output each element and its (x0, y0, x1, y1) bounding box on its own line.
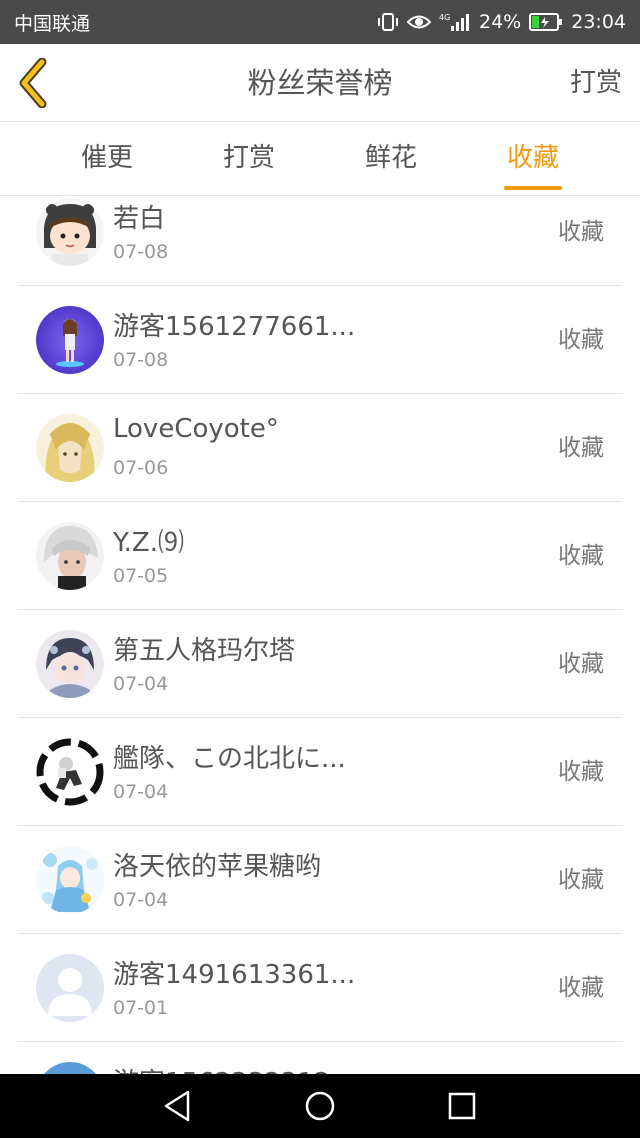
date-label: 07-06 (113, 457, 169, 479)
signal-icon: 4G (439, 12, 471, 32)
tab-flowers[interactable]: 鲜花 (336, 122, 446, 196)
date-label: 07-08 (113, 349, 169, 371)
tab-reward[interactable]: 打赏 (194, 122, 304, 196)
date-label: 07-04 (113, 781, 169, 803)
list-item[interactable]: LoveCoyote° 07-06 收藏 (0, 394, 640, 502)
action-label: 收藏 (558, 759, 604, 785)
avatar[interactable] (36, 738, 104, 806)
list-item[interactable]: 游客1561277661... 07-08 收藏 (0, 286, 640, 394)
avatar[interactable] (36, 846, 104, 914)
avatar[interactable] (36, 630, 104, 698)
battery-icon (529, 12, 563, 32)
eye-icon (407, 13, 431, 31)
user-name: 洛天依的苹果糖哟 (113, 852, 322, 882)
tab-underline (504, 186, 562, 190)
user-name: 游客1491613361... (113, 960, 356, 990)
reward-button[interactable]: 打赏 (570, 44, 622, 122)
page-title: 粉丝荣誉榜 (247, 66, 393, 100)
page-header: 粉丝荣誉榜 打赏 (0, 44, 640, 122)
recents-square-icon (448, 1092, 476, 1120)
nav-recents-button[interactable] (442, 1088, 482, 1124)
user-name: Y.Z.⑼ (113, 528, 184, 558)
list-item[interactable]: 游客1562332312... (0, 1042, 640, 1074)
tab-label: 鲜花 (364, 143, 417, 173)
tab-label: 收藏 (506, 143, 559, 173)
avatar[interactable] (36, 306, 104, 374)
action-label: 收藏 (558, 327, 604, 353)
action-label: 收藏 (558, 219, 604, 245)
home-circle-icon (305, 1091, 335, 1121)
user-name: 艦隊、この北北に... (113, 744, 346, 774)
date-label: 07-05 (113, 565, 169, 587)
action-label: 收藏 (558, 651, 604, 677)
user-name: LoveCoyote° (113, 414, 279, 444)
avatar[interactable] (36, 522, 104, 590)
tab-favorites[interactable]: 收藏 (478, 122, 588, 196)
carrier-label: 中国联通 (14, 12, 91, 35)
list-item[interactable]: Y.Z.⑼ 07-05 收藏 (0, 502, 640, 610)
list-item[interactable]: 艦隊、この北北に... 07-04 收藏 (0, 718, 640, 826)
action-label: 收藏 (558, 435, 604, 461)
back-triangle-icon (164, 1090, 190, 1122)
date-label: 07-04 (113, 673, 169, 695)
user-name: 第五人格玛尔塔 (113, 636, 296, 666)
action-label: 收藏 (558, 867, 604, 893)
date-label: 07-04 (113, 889, 169, 911)
fan-list[interactable]: 若白 07-08 收藏 游客1561277661... 07-08 收藏 Lov… (0, 196, 640, 1074)
user-name: 若白 (113, 204, 166, 234)
battery-label: 24% (479, 11, 522, 33)
vibrate-icon (377, 12, 399, 32)
nav-home-button[interactable] (300, 1088, 340, 1124)
user-name: 游客1562332312... (113, 1062, 355, 1074)
nav-back-button[interactable] (158, 1088, 198, 1124)
system-nav-bar (0, 1074, 640, 1138)
tab-urge[interactable]: 催更 (52, 122, 162, 196)
list-item[interactable]: 若白 07-08 收藏 (0, 196, 640, 286)
date-label: 07-01 (113, 997, 169, 1019)
list-item[interactable]: 洛天依的苹果糖哟 07-04 收藏 (0, 826, 640, 934)
network-label: 4G (439, 13, 450, 22)
list-item[interactable]: 游客1491613361... 07-01 收藏 (0, 934, 640, 1042)
screen: 中国联通 4G 24% 23:04 粉丝荣誉榜 打赏 催更 打赏 鲜花 收藏 若… (0, 0, 640, 1138)
avatar[interactable] (36, 198, 104, 266)
status-bar: 中国联通 4G 24% 23:04 (0, 0, 640, 44)
avatar[interactable] (36, 954, 104, 1022)
date-label: 07-08 (113, 241, 169, 263)
avatar[interactable] (36, 1062, 104, 1074)
action-label: 收藏 (558, 975, 604, 1001)
time-label: 23:04 (571, 11, 626, 33)
list-item[interactable]: 第五人格玛尔塔 07-04 收藏 (0, 610, 640, 718)
avatar[interactable] (36, 414, 104, 482)
action-label: 收藏 (558, 543, 604, 569)
user-name: 游客1561277661... (113, 312, 356, 342)
tab-bar: 催更 打赏 鲜花 收藏 (0, 122, 640, 196)
tab-label: 打赏 (222, 143, 275, 173)
tab-label: 催更 (80, 143, 133, 173)
